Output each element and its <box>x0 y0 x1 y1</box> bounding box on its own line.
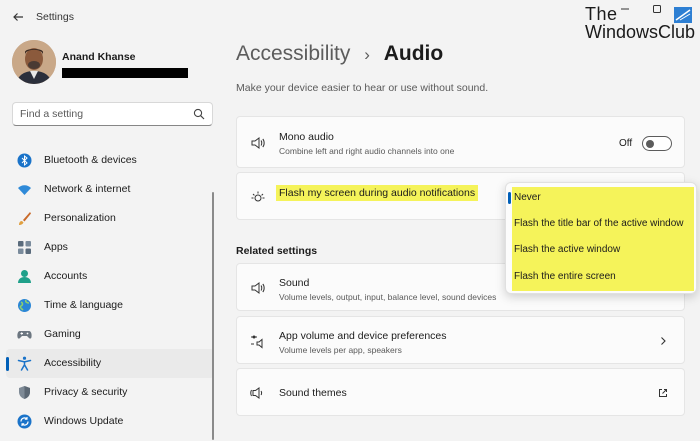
option-label: Never <box>514 192 541 203</box>
mixer-icon <box>251 335 263 349</box>
brush-icon <box>19 212 31 225</box>
brightness-icon <box>251 191 265 202</box>
sidebar-item-label: Privacy & security <box>44 386 128 398</box>
breadcrumb: Accessibility › Audio <box>236 42 443 66</box>
back-button[interactable] <box>8 8 28 26</box>
sidebar-scrollbar[interactable] <box>212 192 214 440</box>
app-volume-card[interactable]: App volume and device preferences Volume… <box>236 316 685 364</box>
selection-indicator <box>6 357 9 371</box>
toggle-knob <box>646 139 654 148</box>
sidebar-item-label: Windows Update <box>44 415 124 427</box>
selection-indicator <box>508 192 511 204</box>
mono-audio-title: Mono audio <box>279 131 334 143</box>
chevron-right-icon <box>661 337 666 345</box>
avatar-photo <box>12 40 56 84</box>
sound-themes-card[interactable]: Sound themes <box>236 368 685 416</box>
user-name: Anand Khanse <box>62 51 136 63</box>
sidebar-item-label: Gaming <box>44 328 81 340</box>
sidebar-item-network[interactable]: Network & internet <box>6 175 214 204</box>
app-title: Settings <box>36 11 74 23</box>
bluetooth-icon <box>17 153 32 168</box>
accessibility-icon <box>17 356 32 371</box>
sidebar-item-label: Accessibility <box>44 357 102 369</box>
mono-audio-card: Mono audio Combine left and right audio … <box>236 116 685 168</box>
search-box[interactable] <box>12 102 213 126</box>
option-label: Flash the active window <box>514 244 621 255</box>
settings-window: Settings The WindowsClub Anand Khanse Fi… <box>0 0 700 441</box>
sidebar-item-label: Bluetooth & devices <box>44 154 137 166</box>
page-description: Make your device easier to hear or use w… <box>236 82 489 94</box>
sidebar-item-accessibility[interactable]: Accessibility <box>6 349 214 378</box>
app-volume-subtitle: Volume levels per app, speakers <box>279 345 402 355</box>
mono-audio-subtitle: Combine left and right audio channels in… <box>279 146 455 156</box>
speaker-icon <box>251 282 265 294</box>
avatar <box>12 40 56 84</box>
sidebar-item-apps[interactable]: Apps <box>6 233 214 262</box>
thewindowsclub-watermark: The WindowsClub <box>585 4 695 44</box>
sidebar-item-gaming[interactable]: Gaming <box>6 320 214 349</box>
gamepad-icon <box>17 331 32 339</box>
sidebar-item-accounts[interactable]: Accounts <box>6 262 214 291</box>
sidebar: Anand Khanse Bluetooth & devices <box>0 34 222 441</box>
option-flash-active-window[interactable]: Flash the active window <box>512 239 694 261</box>
shield-icon <box>19 386 30 399</box>
sidebar-item-label: Personalization <box>44 212 116 224</box>
wifi-icon <box>18 185 31 195</box>
back-arrow-icon <box>13 13 23 21</box>
sidebar-nav: Bluetooth & devices Network & internet P… <box>6 146 214 436</box>
app-volume-title: App volume and device preferences <box>279 330 447 342</box>
sidebar-item-label: Network & internet <box>44 183 131 195</box>
sidebar-item-privacy-security[interactable]: Privacy & security <box>6 378 214 407</box>
sound-themes-icon <box>250 387 263 399</box>
sidebar-item-bluetooth[interactable]: Bluetooth & devices <box>6 146 214 175</box>
mono-audio-toggle[interactable] <box>642 136 672 151</box>
breadcrumb-parent[interactable]: Accessibility <box>236 42 350 65</box>
sidebar-item-label: Apps <box>44 241 68 253</box>
sound-title: Sound <box>279 277 310 289</box>
sound-themes-title: Sound themes <box>279 387 347 399</box>
search-input[interactable] <box>20 107 190 121</box>
user-profile[interactable]: Anand Khanse <box>12 40 212 88</box>
redacted-email <box>62 68 188 78</box>
flash-screen-title: Flash my screen during audio notificatio… <box>276 185 479 201</box>
sidebar-item-label: Accounts <box>44 270 88 282</box>
mono-audio-toggle-label: Off <box>619 138 633 149</box>
option-flash-entire-screen[interactable]: Flash the entire screen <box>512 266 694 288</box>
update-icon <box>17 414 32 429</box>
option-flash-title-bar[interactable]: Flash the title bar of the active window <box>512 213 694 235</box>
page-title: Audio <box>383 42 444 65</box>
external-link-icon <box>659 389 667 397</box>
person-icon <box>18 270 31 283</box>
speaker-icon <box>251 137 265 149</box>
sidebar-item-windows-update[interactable]: Windows Update <box>6 407 214 436</box>
option-label: Flash the entire screen <box>514 271 616 282</box>
breadcrumb-separator: › <box>364 45 370 64</box>
search-icon[interactable] <box>193 108 205 120</box>
apps-icon <box>18 241 31 254</box>
option-label: Flash the title bar of the active window <box>514 218 684 229</box>
flash-screen-title-text: Flash my screen during audio notificatio… <box>276 185 479 201</box>
globe-icon <box>18 299 31 312</box>
sound-subtitle: Volume levels, output, input, balance le… <box>279 292 497 302</box>
flash-options-dropdown: Never Flash the title bar of the active … <box>505 182 697 294</box>
sidebar-item-label: Time & language <box>44 299 123 311</box>
watermark-logo-icon <box>674 7 692 23</box>
watermark-line2: WindowsClub <box>585 22 696 42</box>
option-never[interactable]: Never <box>508 187 694 209</box>
sidebar-item-personalization[interactable]: Personalization <box>6 204 214 233</box>
related-settings-label: Related settings <box>236 245 318 257</box>
sidebar-item-time-language[interactable]: Time & language <box>6 291 214 320</box>
